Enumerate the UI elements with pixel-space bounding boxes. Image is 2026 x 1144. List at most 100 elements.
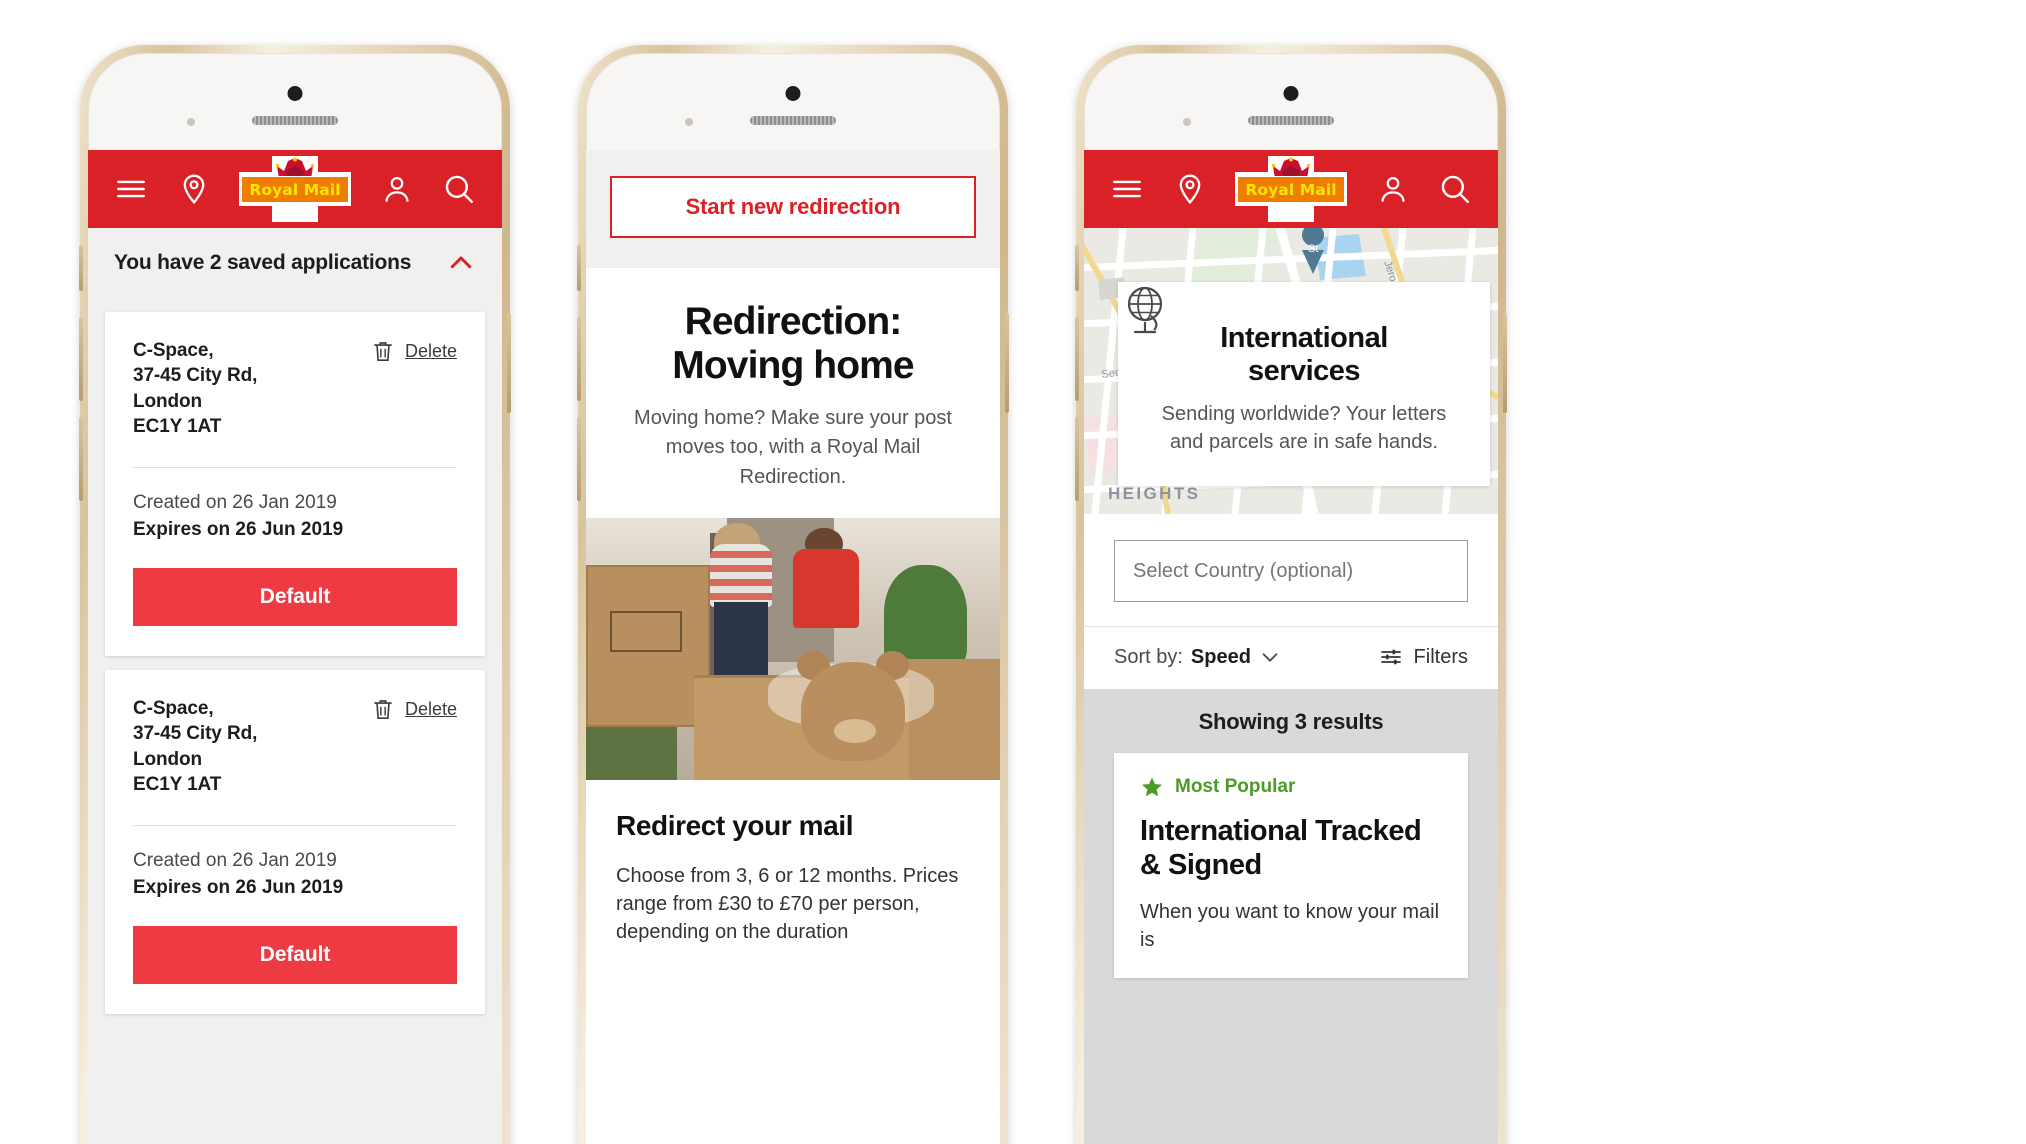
saved-application-card: C-Space, 37-45 City Rd, London EC1Y 1AT … bbox=[105, 312, 485, 656]
delete-application-button[interactable]: Delete bbox=[370, 696, 457, 722]
result-card[interactable]: Most Popular International Tracked & Sig… bbox=[1114, 753, 1468, 979]
application-address: C-Space, 37-45 City Rd, London EC1Y 1AT bbox=[133, 340, 258, 437]
volume-up-button[interactable] bbox=[1075, 317, 1079, 401]
front-camera-icon bbox=[287, 86, 303, 101]
country-select-input[interactable] bbox=[1114, 540, 1468, 602]
volume-down-button[interactable] bbox=[577, 417, 581, 501]
international-services-subtitle: Sending worldwide? Your letters and parc… bbox=[1161, 403, 1447, 454]
user-account-icon[interactable] bbox=[380, 172, 414, 206]
volume-down-button[interactable] bbox=[1075, 417, 1079, 501]
map-area-label: HEIGHTS bbox=[1108, 484, 1201, 503]
royal-mail-wordmark: Royal Mail bbox=[241, 176, 349, 203]
section-heading: Redirect your mail bbox=[616, 809, 854, 841]
trash-icon bbox=[374, 342, 392, 362]
sort-by-prefix: Sort by: bbox=[1114, 645, 1183, 668]
royal-mail-wordmark: Royal Mail bbox=[1237, 176, 1345, 203]
default-button[interactable]: Default bbox=[133, 568, 457, 626]
card-header: C-Space, 37-45 City Rd, London EC1Y 1AT … bbox=[133, 338, 457, 439]
hamburger-menu-icon[interactable] bbox=[114, 172, 148, 206]
user-account-icon[interactable] bbox=[1376, 172, 1410, 206]
redirection-intro: Redirection: Moving home Moving home? Ma… bbox=[586, 268, 1000, 492]
delete-application-button[interactable]: Delete bbox=[370, 338, 457, 364]
star-icon bbox=[1142, 777, 1162, 797]
filters-button[interactable]: Filters bbox=[1379, 645, 1468, 669]
chevron-up-icon[interactable] bbox=[446, 248, 476, 278]
result-description: When you want to know your mail is bbox=[1140, 901, 1440, 952]
volume-up-button[interactable] bbox=[577, 317, 581, 401]
volume-up-button[interactable] bbox=[79, 317, 83, 401]
phone2-screen: Start new redirection Redirection: Movin… bbox=[586, 150, 1000, 1144]
most-popular-label: Most Popular bbox=[1175, 776, 1296, 797]
hamburger-menu-icon[interactable] bbox=[1110, 172, 1144, 206]
result-title: International Tracked & Signed bbox=[1140, 815, 1422, 881]
card-divider bbox=[133, 467, 457, 469]
delete-label: Delete bbox=[404, 698, 457, 719]
delete-label: Delete bbox=[404, 340, 457, 361]
search-icon[interactable] bbox=[1438, 172, 1472, 206]
created-date: Created on 26 Jan 2019 bbox=[133, 492, 337, 514]
screenshot-canvas: Royal Mail You have 2 saved applications bbox=[0, 0, 2026, 1144]
expires-date: Expires on 26 Jun 2019 bbox=[133, 519, 344, 541]
saved-application-card: C-Space, 37-45 City Rd, London EC1Y 1AT … bbox=[105, 670, 485, 1014]
redirect-your-mail-section: Redirect your mail Choose from 3, 6 or 1… bbox=[586, 780, 1000, 947]
sort-by-dropdown[interactable]: Sort by: Speed bbox=[1114, 646, 1281, 669]
power-button[interactable] bbox=[1005, 313, 1009, 413]
silent-switch[interactable] bbox=[577, 245, 581, 291]
silent-switch[interactable] bbox=[1075, 245, 1079, 291]
expires-date: Expires on 26 Jun 2019 bbox=[133, 877, 344, 899]
royal-mail-header: Royal Mail bbox=[88, 150, 502, 228]
country-select-section bbox=[1084, 514, 1498, 626]
phone-mockup-redirection: Start new redirection Redirection: Movin… bbox=[577, 45, 1009, 1144]
globe-icon bbox=[1127, 286, 1163, 334]
power-button[interactable] bbox=[1503, 313, 1507, 413]
location-pin-icon[interactable] bbox=[1173, 172, 1207, 206]
proximity-sensor-icon bbox=[187, 118, 195, 126]
phone-mockup-international-services: Royal Mail Sedg Jerom St HEIGHTS Interna… bbox=[1075, 45, 1507, 1144]
phone1-content: You have 2 saved applications C-Space, 3… bbox=[88, 228, 502, 1144]
phone1-screen: Royal Mail You have 2 saved applications bbox=[88, 150, 502, 1144]
search-icon[interactable] bbox=[442, 172, 476, 206]
international-services-title: International services bbox=[1220, 322, 1388, 388]
card-divider bbox=[133, 825, 457, 827]
trash-icon bbox=[374, 700, 392, 720]
phone-mockup-saved-applications: Royal Mail You have 2 saved applications bbox=[79, 45, 511, 1144]
power-button[interactable] bbox=[507, 313, 511, 413]
application-address: C-Space, 37-45 City Rd, London EC1Y 1AT bbox=[133, 698, 258, 795]
svg-text:St: St bbox=[1308, 243, 1318, 255]
map-background[interactable]: Sedg Jerom am Rd E 187 DRIVA St HEIGHTS bbox=[1084, 228, 1498, 514]
royal-mail-logo[interactable]: Royal Mail bbox=[1235, 156, 1347, 222]
sort-and-filter-bar: Sort by: Speed Filters bbox=[1084, 626, 1498, 689]
movers-with-boxes-photo bbox=[586, 517, 1000, 780]
front-camera-icon bbox=[785, 86, 801, 101]
proximity-sensor-icon bbox=[1183, 118, 1191, 126]
saved-applications-bar[interactable]: You have 2 saved applications bbox=[88, 228, 502, 298]
silent-switch[interactable] bbox=[79, 245, 83, 291]
card-header: C-Space, 37-45 City Rd, London EC1Y 1AT … bbox=[133, 696, 457, 797]
international-services-card: International services Sending worldwide… bbox=[1118, 282, 1490, 487]
results-list: Most Popular International Tracked & Sig… bbox=[1084, 753, 1498, 1144]
default-button[interactable]: Default bbox=[133, 926, 457, 984]
saved-applications-label: You have 2 saved applications bbox=[114, 251, 412, 274]
created-date: Created on 26 Jan 2019 bbox=[133, 850, 337, 872]
results-count-heading: Showing 3 results bbox=[1084, 689, 1498, 753]
volume-down-button[interactable] bbox=[79, 417, 83, 501]
location-pin-icon[interactable] bbox=[177, 172, 211, 206]
royal-mail-header: Royal Mail bbox=[1084, 150, 1498, 228]
phone3-screen: Royal Mail Sedg Jerom St HEIGHTS Interna… bbox=[1084, 150, 1498, 1144]
front-camera-icon bbox=[1283, 86, 1299, 101]
earpiece-speaker bbox=[1248, 116, 1334, 125]
earpiece-speaker bbox=[252, 116, 338, 125]
filter-sliders-icon bbox=[1380, 649, 1401, 665]
filters-label: Filters bbox=[1413, 645, 1468, 668]
page-subtitle: Moving home? Make sure your post moves t… bbox=[634, 407, 952, 488]
proximity-sensor-icon bbox=[685, 118, 693, 126]
section-body: Choose from 3, 6 or 12 months. Prices ra… bbox=[616, 864, 959, 944]
page-title: Redirection: Moving home bbox=[672, 300, 914, 388]
most-popular-badge: Most Popular bbox=[1140, 775, 1442, 799]
earpiece-speaker bbox=[750, 116, 836, 125]
sort-by-value: Speed bbox=[1190, 645, 1251, 668]
start-redirection-section: Start new redirection bbox=[586, 150, 1000, 268]
start-new-redirection-button[interactable]: Start new redirection bbox=[610, 176, 976, 238]
royal-mail-logo[interactable]: Royal Mail bbox=[239, 156, 351, 222]
chevron-down-icon bbox=[1262, 653, 1278, 662]
